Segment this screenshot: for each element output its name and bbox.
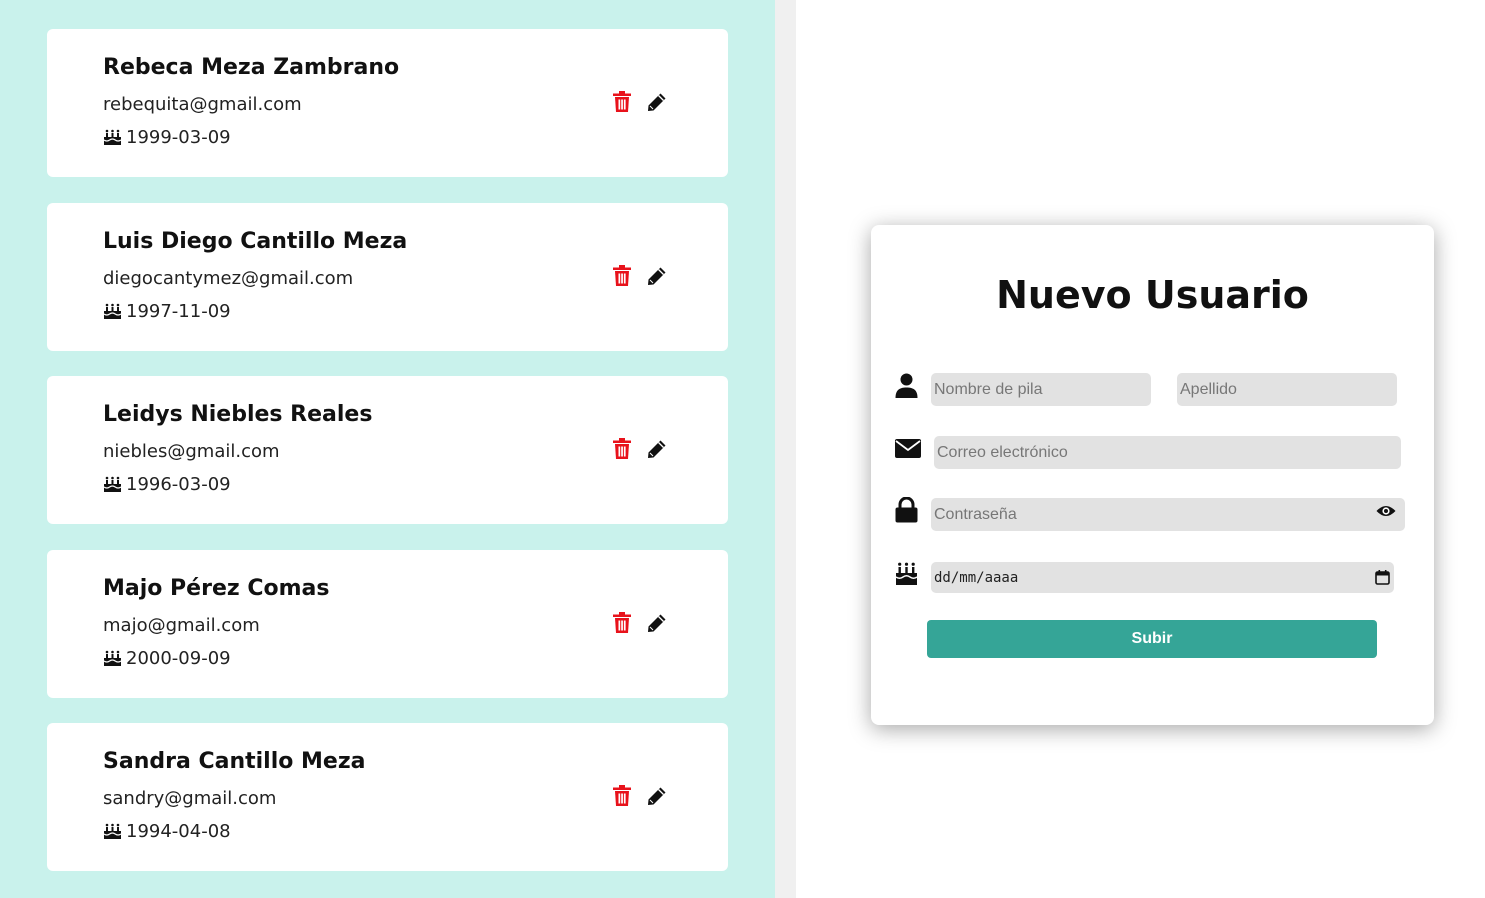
password-input[interactable] xyxy=(931,498,1405,531)
cake-icon xyxy=(103,129,122,145)
user-icon xyxy=(895,373,918,398)
trash-icon[interactable] xyxy=(613,91,631,112)
last-name-input[interactable] xyxy=(1177,373,1397,406)
new-user-form: Nuevo Usuario dd/mm/aaaa Subir xyxy=(871,225,1434,725)
pencil-icon[interactable] xyxy=(647,266,667,286)
email-input[interactable] xyxy=(934,436,1401,469)
user-birthdate: 1994-04-08 xyxy=(103,821,231,842)
user-email: rebequita@gmail.com xyxy=(103,94,302,115)
trash-icon[interactable] xyxy=(613,785,631,806)
user-card: Leidys Niebles Reales niebles@gmail.com … xyxy=(47,376,728,524)
form-title: Nuevo Usuario xyxy=(996,273,1309,317)
birthdate-value: 1997-11-09 xyxy=(126,301,231,322)
user-birthdate: 2000-09-09 xyxy=(103,648,231,669)
user-email: diegocantymez@gmail.com xyxy=(103,268,354,289)
birthdate-value: 1994-04-08 xyxy=(126,821,231,842)
eye-icon[interactable] xyxy=(1376,504,1396,518)
trash-icon[interactable] xyxy=(613,265,631,286)
user-birthdate: 1999-03-09 xyxy=(103,127,231,148)
pencil-icon[interactable] xyxy=(647,786,667,806)
birthdate-value: 2000-09-09 xyxy=(126,648,231,669)
user-list-panel: Rebeca Meza Zambrano rebequita@gmail.com… xyxy=(0,0,775,898)
pencil-icon[interactable] xyxy=(647,613,667,633)
user-name: Leidys Niebles Reales xyxy=(103,402,373,427)
user-birthdate: 1996-03-09 xyxy=(103,474,231,495)
card-actions xyxy=(613,91,667,112)
user-card: Sandra Cantillo Meza sandry@gmail.com 19… xyxy=(47,723,728,871)
calendar-icon[interactable] xyxy=(1375,570,1390,585)
submit-button[interactable]: Subir xyxy=(927,620,1377,658)
cake-icon xyxy=(103,303,122,319)
pencil-icon[interactable] xyxy=(647,92,667,112)
user-card: Rebeca Meza Zambrano rebequita@gmail.com… xyxy=(47,29,728,177)
user-email: majo@gmail.com xyxy=(103,615,260,636)
panel-divider xyxy=(775,0,796,898)
birthdate-value: 1996-03-09 xyxy=(126,474,231,495)
birthdate-input[interactable]: dd/mm/aaaa xyxy=(931,562,1394,593)
card-actions xyxy=(613,265,667,286)
user-birthdate: 1997-11-09 xyxy=(103,301,231,322)
trash-icon[interactable] xyxy=(613,438,631,459)
user-email: niebles@gmail.com xyxy=(103,441,280,462)
card-actions xyxy=(613,612,667,633)
first-name-input[interactable] xyxy=(931,373,1151,406)
cake-icon xyxy=(895,562,918,585)
user-email: sandry@gmail.com xyxy=(103,788,277,809)
lock-icon xyxy=(895,497,918,523)
cake-icon xyxy=(103,476,122,492)
card-actions xyxy=(613,785,667,806)
trash-icon[interactable] xyxy=(613,612,631,633)
user-card: Majo Pérez Comas majo@gmail.com 2000-09-… xyxy=(47,550,728,698)
card-actions xyxy=(613,438,667,459)
birthdate-value: 1999-03-09 xyxy=(126,127,231,148)
cake-icon xyxy=(103,823,122,839)
date-placeholder: dd/mm/aaaa xyxy=(934,569,1019,586)
user-name: Sandra Cantillo Meza xyxy=(103,749,366,774)
user-name: Luis Diego Cantillo Meza xyxy=(103,229,408,254)
user-card: Luis Diego Cantillo Meza diegocantymez@g… xyxy=(47,203,728,351)
user-name: Majo Pérez Comas xyxy=(103,576,330,601)
envelope-icon xyxy=(895,439,921,458)
user-name: Rebeca Meza Zambrano xyxy=(103,55,400,80)
pencil-icon[interactable] xyxy=(647,439,667,459)
cake-icon xyxy=(103,650,122,666)
